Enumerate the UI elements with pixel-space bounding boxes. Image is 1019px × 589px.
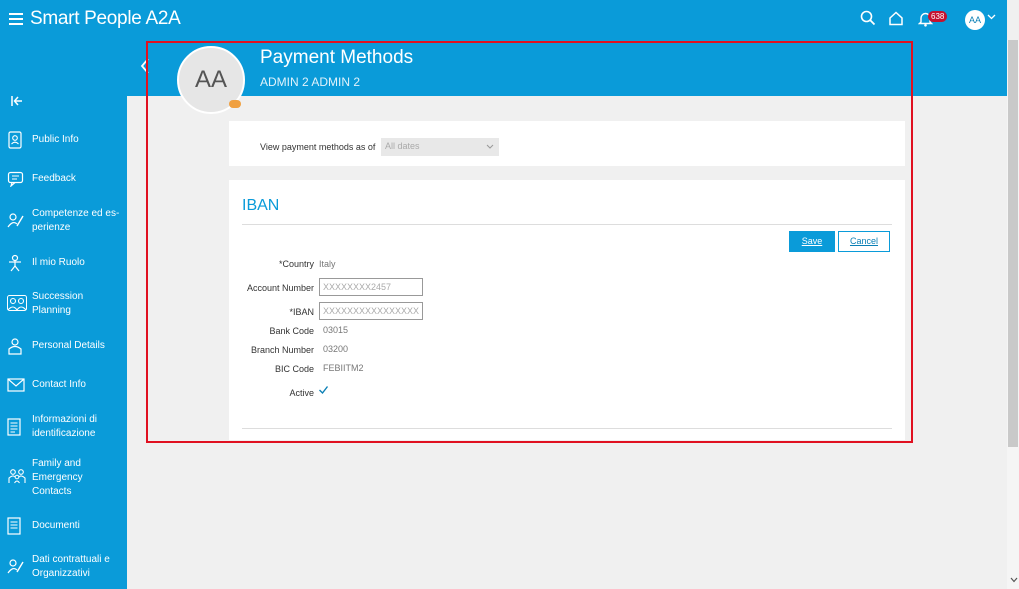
save-button[interactable]: Save: [789, 231, 835, 252]
mail-icon: [7, 378, 25, 392]
feedback-icon: [7, 171, 24, 187]
active-checkbox[interactable]: [318, 385, 329, 395]
iban-label: *IBAN: [289, 307, 314, 317]
branch-number-label: Branch Number: [250, 345, 314, 355]
sidebar-item-il-mio-ruolo[interactable]: Il mio Ruolo: [0, 254, 127, 272]
sidebar-item-label: Competenze ed es-perienze: [32, 208, 120, 233]
page-title: Payment Methods: [260, 47, 414, 68]
sidebar-item-label: Personal Details: [32, 340, 105, 351]
sidebar-item-family-emergency-contacts[interactable]: Family and Emergency Contacts: [0, 456, 127, 500]
sidebar-item-label: Feedback: [32, 173, 76, 184]
top-bar: Smart People A2A 638 AA: [0, 0, 1007, 40]
bic-code-value: FEBIITM2: [323, 363, 364, 373]
sidebar-item-dati-contrattuali[interactable]: Dati contrattuali e Organizzativi: [0, 552, 127, 582]
iban-field[interactable]: [319, 302, 423, 320]
sidebar-item-succession-planning[interactable]: Succession Planning: [0, 289, 127, 319]
sidebar-item-feedback[interactable]: Feedback: [0, 171, 127, 187]
sidebar-item-personal-details[interactable]: Personal Details: [0, 337, 127, 355]
chevron-down-icon[interactable]: [987, 14, 996, 20]
app-logo[interactable]: Smart People A2A: [30, 8, 181, 30]
scroll-down-arrow-icon[interactable]: [1010, 577, 1018, 583]
notifications-count-badge[interactable]: 638: [928, 11, 948, 22]
sidebar-item-label: Informazioni di identificazione: [32, 414, 98, 439]
user-avatar[interactable]: AA: [965, 10, 985, 30]
branch-number-value: 03200: [323, 344, 349, 354]
bank-code-value: 03015: [323, 325, 349, 335]
succession-icon: [7, 295, 27, 311]
country-value: Italy: [319, 259, 336, 269]
document-icon: [7, 517, 21, 535]
hamburger-menu-icon[interactable]: [9, 13, 23, 25]
sidebar-item-competenze[interactable]: Competenze ed es-perienze: [0, 206, 127, 236]
family-icon: [7, 468, 27, 484]
scrollbar-thumb[interactable]: [1008, 40, 1018, 447]
profile-header: [127, 40, 1007, 96]
chevron-left-icon[interactable]: [140, 58, 150, 74]
cancel-button[interactable]: Cancel: [838, 231, 890, 252]
sidebar-item-label: Family and Emergency Contacts: [32, 458, 83, 497]
divider: [242, 224, 892, 225]
bic-code-label: BIC Code: [274, 364, 314, 374]
sidebar-item-label: Succession Planning: [32, 291, 84, 316]
person-icon: [7, 337, 23, 355]
collapse-sidebar-icon[interactable]: [11, 96, 23, 106]
page-subtitle: ADMIN 2 ADMIN 2: [260, 75, 361, 89]
sidebar-item-contact-info[interactable]: Contact Info: [0, 377, 127, 393]
active-label: Active: [289, 388, 314, 398]
divider: [242, 428, 892, 429]
id-card-icon: [7, 131, 23, 149]
sidebar-item-label: Public Info: [32, 134, 79, 145]
chevron-down-icon[interactable]: [486, 144, 494, 149]
sidebar-item-label: Il mio Ruolo: [32, 257, 85, 268]
search-icon[interactable]: [860, 10, 876, 26]
filter-label: View payment methods as of: [260, 142, 376, 152]
sidebar-item-label: Dati contrattuali e Organizzativi: [32, 554, 110, 579]
section-title: IBAN: [242, 197, 280, 214]
sidebar-item-documenti[interactable]: Documenti: [0, 517, 127, 535]
home-icon[interactable]: [888, 10, 904, 26]
sidebar-item-informazioni-identificazione[interactable]: Informazioni di identificazione: [0, 412, 127, 442]
status-indicator: [229, 100, 241, 108]
sidebar-item-label: Documenti: [32, 520, 80, 531]
skills-icon: [7, 212, 25, 228]
country-label: *Country: [278, 259, 314, 269]
sidebar-item-public-info[interactable]: Public Info: [0, 131, 127, 149]
account-number-label: Account Number: [246, 283, 314, 293]
date-filter-select[interactable]: All dates: [381, 138, 499, 156]
account-number-field[interactable]: [319, 278, 423, 296]
document-icon: [7, 418, 21, 436]
sidebar-item-label: Contact Info: [32, 379, 86, 390]
role-icon: [7, 254, 23, 272]
bank-code-label: Bank Code: [269, 326, 314, 336]
contract-icon: [7, 558, 25, 574]
